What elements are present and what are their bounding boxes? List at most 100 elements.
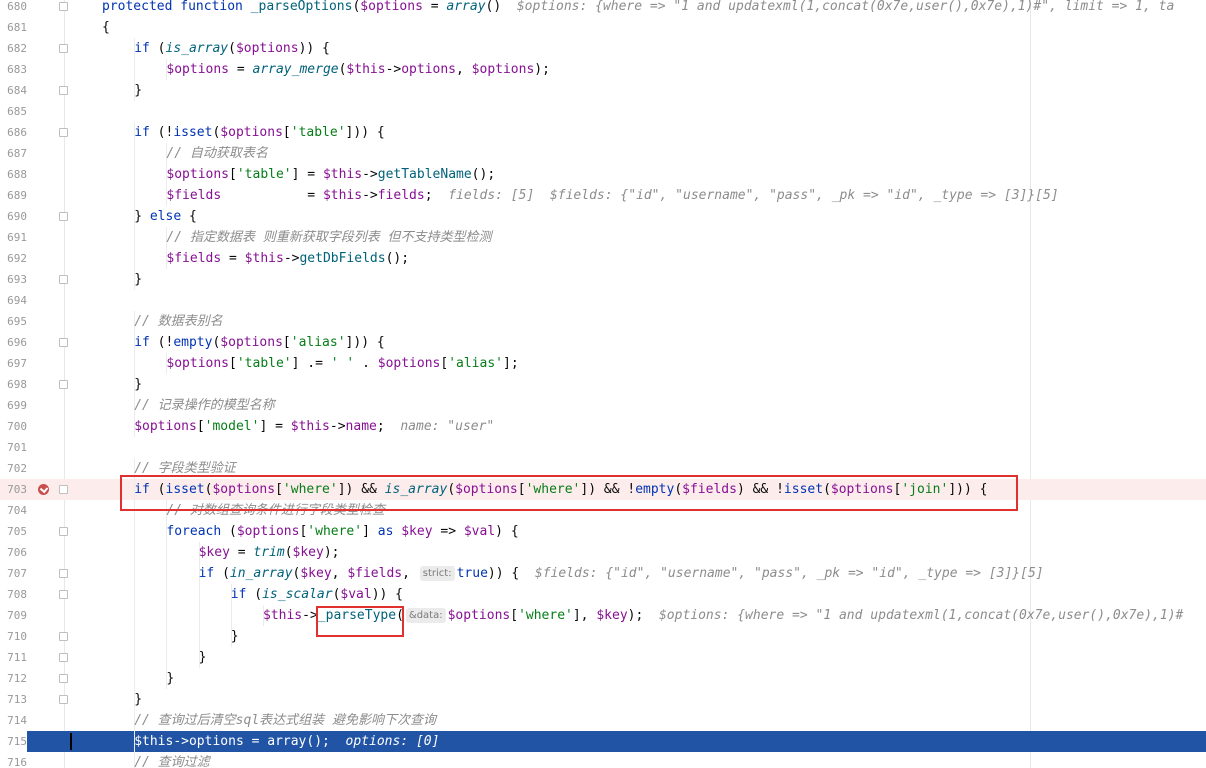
code-line[interactable]: 698}: [0, 374, 1206, 395]
code-line[interactable]: 712}: [0, 668, 1206, 689]
code-text[interactable]: if (is_scalar($val)) {: [231, 584, 403, 605]
code-text[interactable]: $options['table'] = $this->getTableName(…: [166, 164, 495, 185]
line-number[interactable]: 684: [0, 80, 27, 101]
line-number[interactable]: 716: [0, 752, 27, 768]
line-number[interactable]: 689: [0, 185, 27, 206]
fold-marker-icon[interactable]: [59, 275, 68, 284]
line-number[interactable]: 707: [0, 563, 27, 584]
fold-marker-icon[interactable]: [59, 485, 68, 494]
line-number[interactable]: 713: [0, 689, 27, 710]
code-line[interactable]: 697 $options['table'] .= ' ' . $options['…: [0, 353, 1206, 374]
line-number[interactable]: 690: [0, 206, 27, 227]
code-line[interactable]: 709 $this->_parseType(&data: $options['whe…: [0, 605, 1206, 626]
line-number[interactable]: 715: [0, 731, 27, 752]
fold-marker-icon[interactable]: [59, 632, 68, 641]
code-line[interactable]: 713}: [0, 689, 1206, 710]
line-number[interactable]: 702: [0, 458, 27, 479]
fold-marker-icon[interactable]: [59, 569, 68, 578]
code-text[interactable]: }: [199, 647, 207, 668]
line-number[interactable]: 701: [0, 437, 27, 458]
code-line[interactable]: 714 // 查询过后清空sql表达式组装 避免影响下次查询: [0, 710, 1206, 731]
code-text[interactable]: // 记录操作的模型名称: [134, 395, 274, 416]
fold-marker-icon[interactable]: [59, 695, 68, 704]
line-number[interactable]: 687: [0, 143, 27, 164]
line-number[interactable]: 688: [0, 164, 27, 185]
fold-marker-icon[interactable]: [59, 527, 68, 536]
code-text[interactable]: }: [134, 374, 142, 395]
code-text[interactable]: $fields = $this->fields; fields: [5] $fi…: [166, 185, 1058, 206]
code-text[interactable]: $fields = $this->getDbFields();: [166, 248, 409, 269]
code-text[interactable]: // 查询过滤: [134, 752, 209, 768]
code-line[interactable]: 699 // 记录操作的模型名称: [0, 395, 1206, 416]
line-number[interactable]: 710: [0, 626, 27, 647]
code-text[interactable]: } else {: [134, 206, 197, 227]
code-line[interactable]: 684}: [0, 80, 1206, 101]
code-line[interactable]: 715 $this->options = array(); options: [0…: [0, 731, 1206, 752]
code-text[interactable]: $options['model'] = $this->name; name: "…: [134, 416, 494, 437]
line-number[interactable]: 695: [0, 311, 27, 332]
code-line[interactable]: 694: [0, 290, 1206, 311]
code-line[interactable]: 691 // 指定数据表 则重新获取字段列表 但不支持类型检测: [0, 227, 1206, 248]
fold-marker-icon[interactable]: [59, 674, 68, 683]
fold-marker-icon[interactable]: [59, 212, 68, 221]
line-number[interactable]: 697: [0, 353, 27, 374]
line-number[interactable]: 685: [0, 101, 27, 122]
code-text[interactable]: }: [134, 269, 142, 290]
code-editor[interactable]: 680 protected function _parseOptions($opt…: [0, 0, 1206, 768]
fold-marker-icon[interactable]: [59, 653, 68, 662]
fold-marker-icon[interactable]: [59, 128, 68, 137]
code-text[interactable]: }: [231, 626, 239, 647]
fold-marker-icon[interactable]: [59, 44, 68, 53]
code-line[interactable]: 692 $fields = $this->getDbFields();: [0, 248, 1206, 269]
code-line[interactable]: 701: [0, 437, 1206, 458]
code-line[interactable]: 689 $fields = $this->fields; fields: [5] …: [0, 185, 1206, 206]
line-number[interactable]: 682: [0, 38, 27, 59]
fold-marker-icon[interactable]: [59, 380, 68, 389]
code-line[interactable]: 708 if (is_scalar($val)) {: [0, 584, 1206, 605]
code-line[interactable]: 690 } else {: [0, 206, 1206, 227]
code-text[interactable]: }: [134, 80, 142, 101]
code-line[interactable]: 707 if (in_array($key, $fields, strict: tr…: [0, 563, 1206, 584]
code-line[interactable]: 716 // 查询过滤: [0, 752, 1206, 768]
code-text[interactable]: $options['table'] .= ' ' . $options['ali…: [166, 353, 518, 374]
code-line[interactable]: 682 if (is_array($options)) {: [0, 38, 1206, 59]
code-text[interactable]: if (!isset($options['table'])) {: [134, 122, 385, 143]
line-number[interactable]: 696: [0, 332, 27, 353]
line-number[interactable]: 704: [0, 500, 27, 521]
line-number[interactable]: 681: [0, 17, 27, 38]
code-text[interactable]: foreach ($options['where'] as $key => $v…: [166, 521, 518, 542]
line-number[interactable]: 691: [0, 227, 27, 248]
code-line[interactable]: 710}: [0, 626, 1206, 647]
code-text[interactable]: $this->options = array(); options: [0]: [134, 731, 439, 752]
code-line[interactable]: 687 // 自动获取表名: [0, 143, 1206, 164]
code-text[interactable]: {: [102, 17, 110, 38]
code-line[interactable]: 681 {: [0, 17, 1206, 38]
code-line[interactable]: 695 // 数据表别名: [0, 311, 1206, 332]
line-number[interactable]: 714: [0, 710, 27, 731]
code-line[interactable]: 688 $options['table'] = $this->getTableNa…: [0, 164, 1206, 185]
code-line[interactable]: 685: [0, 101, 1206, 122]
line-number[interactable]: 705: [0, 521, 27, 542]
line-number[interactable]: 706: [0, 542, 27, 563]
line-number[interactable]: 699: [0, 395, 27, 416]
code-text[interactable]: // 数据表别名: [134, 311, 222, 332]
code-line[interactable]: 693}: [0, 269, 1206, 290]
code-line[interactable]: 711}: [0, 647, 1206, 668]
line-number[interactable]: 703: [0, 479, 27, 500]
code-line[interactable]: 700 $options['model'] = $this->name; name…: [0, 416, 1206, 437]
code-text[interactable]: }: [134, 689, 142, 710]
line-number[interactable]: 708: [0, 584, 27, 605]
code-text[interactable]: // 自动获取表名: [166, 143, 267, 164]
line-number[interactable]: 712: [0, 668, 27, 689]
line-number[interactable]: 683: [0, 59, 27, 80]
line-number[interactable]: 711: [0, 647, 27, 668]
code-line[interactable]: 696 if (!empty($options['alias'])) {: [0, 332, 1206, 353]
line-number[interactable]: 709: [0, 605, 27, 626]
code-text[interactable]: $options = array_merge($this->options, $…: [166, 59, 550, 80]
line-number[interactable]: 693: [0, 269, 27, 290]
code-text[interactable]: // 查询过后清空sql表达式组装 避免影响下次查询: [134, 710, 436, 731]
code-text[interactable]: // 指定数据表 则重新获取字段列表 但不支持类型检测: [166, 227, 491, 248]
fold-marker-icon[interactable]: [59, 590, 68, 599]
code-line[interactable]: 705 foreach ($options['where'] as $key =>…: [0, 521, 1206, 542]
line-number[interactable]: 700: [0, 416, 27, 437]
